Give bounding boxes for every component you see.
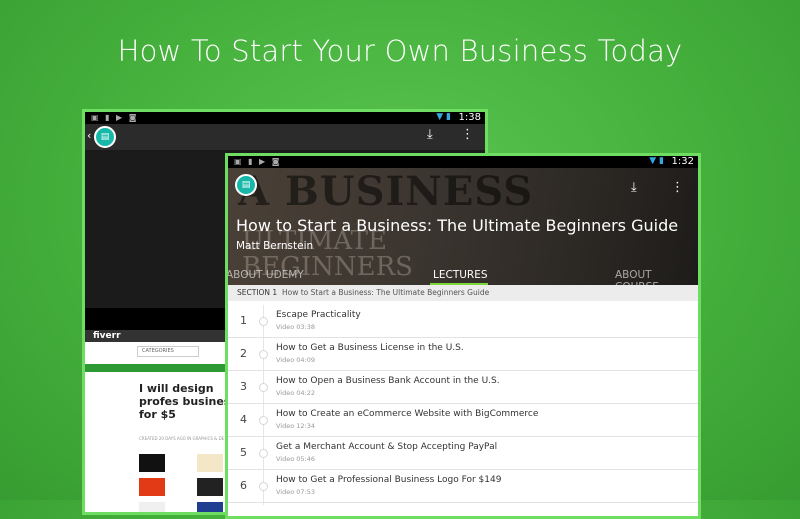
lecture-row[interactable]: 1 Escape Practicality Video 03:38 (228, 305, 698, 338)
status-time: 1:32 (671, 156, 694, 167)
gig-meta: CREATED 20 DAYS AGO IN GRAPHICS & DE (139, 436, 225, 441)
logo-sample-6 (197, 502, 223, 512)
lecture-row[interactable]: 5 Get a Merchant Account & Stop Acceptin… (228, 437, 698, 470)
gig-title: I will design profes business for $5 (139, 382, 237, 421)
lecture-duration: Video 04:22 (276, 389, 316, 397)
logo-sample-4 (197, 478, 223, 496)
front-tablet-screenshot: ▣ ▮ ▶ ◙ ▼ ▮ 1:32 A BUSINESS ULTIMATE BEG… (225, 153, 701, 519)
lecture-number: 1 (240, 314, 247, 327)
tab-lectures[interactable]: LECTURES (433, 269, 488, 281)
lecture-row[interactable]: 3 How to Open a Business Bank Account in… (228, 371, 698, 404)
course-header: A BUSINESS ULTIMATE BEGINNERS ▤ ⤓ ⋮ How … (228, 168, 698, 285)
lecture-list: 1 Escape Practicality Video 03:38 2 How … (228, 305, 698, 503)
lecture-title: How to Get a Professional Business Logo … (276, 475, 502, 485)
notification-icons: ▣ ▮ ▶ ◙ (234, 157, 282, 166)
timeline-dot (259, 482, 268, 491)
lecture-duration: Video 12:34 (276, 422, 316, 430)
category-select[interactable]: CATEGORIES (137, 346, 199, 357)
lecture-duration: Video 05:46 (276, 455, 316, 463)
status-bar: ▣ ▮ ▶ ◙ ▼ ▮ 1:32 (228, 156, 698, 168)
download-icon[interactable]: ⤓ (427, 127, 433, 142)
lecture-row[interactable]: 4 How to Create an eCommerce Website wit… (228, 404, 698, 437)
timeline-dot (259, 416, 268, 425)
status-bar: ▣ ▮ ▶ ◙ ▼ ▮ 1:38 (85, 112, 485, 124)
lecture-number: 3 (240, 380, 247, 393)
tab-bar: ABOUT UDEMY LECTURES ABOUT COURSE (228, 266, 698, 285)
download-icon[interactable]: ⤓ (631, 180, 637, 195)
lecture-duration: Video 03:38 (276, 323, 316, 331)
timeline-dot (259, 317, 268, 326)
timeline-dot (259, 383, 268, 392)
lecture-title: How to Create an eCommerce Website with … (276, 409, 539, 419)
lecture-number: 2 (240, 347, 247, 360)
notification-icons: ▣ ▮ ▶ ◙ (91, 113, 139, 122)
timeline-dot (259, 449, 268, 458)
promo-headline: How To Start Your Own Business Today (117, 34, 683, 68)
lecture-row[interactable]: 6 How to Get a Professional Business Log… (228, 470, 698, 503)
logo-sample-2 (197, 454, 223, 472)
status-time: 1:38 (458, 112, 481, 123)
lecture-row[interactable]: 2 How to Get a Business License in the U… (228, 338, 698, 371)
wifi-icon: ▼ ▮ (436, 112, 451, 122)
lecture-number: 5 (240, 446, 247, 459)
section-label: SECTION 1 (237, 288, 278, 297)
lecture-duration: Video 07:53 (276, 488, 316, 496)
lecture-title: How to Open a Business Bank Account in t… (276, 376, 500, 386)
lecture-title: How to Get a Business License in the U.S… (276, 343, 464, 353)
logo-sample-1 (139, 454, 165, 472)
overflow-menu-icon[interactable]: ⋮ (671, 180, 684, 195)
udemy-logo-icon: ▤ (235, 174, 257, 196)
timeline-dot (259, 350, 268, 359)
back-app-bar: ‹ ▤ ⤓ ⋮ (85, 124, 485, 150)
back-arrow-icon[interactable]: ‹ (87, 129, 91, 142)
logo-sample-5 (139, 502, 165, 512)
wifi-icon: ▼ ▮ (649, 156, 664, 166)
overflow-menu-icon[interactable]: ⋮ (461, 127, 474, 142)
lecture-duration: Video 04:09 (276, 356, 316, 364)
udemy-logo-icon: ▤ (94, 126, 116, 148)
section-header: SECTION 1 How to Start a Business: The U… (228, 285, 698, 301)
lecture-number: 4 (240, 413, 247, 426)
tab-about-course[interactable]: ABOUT COURSE (615, 269, 698, 285)
lecture-title: Escape Practicality (276, 310, 361, 320)
course-author: Matt Bernstein (236, 240, 314, 252)
lecture-title: Get a Merchant Account & Stop Accepting … (276, 442, 498, 452)
section-title: How to Start a Business: The Ultimate Be… (281, 288, 490, 297)
tab-about-udemy[interactable]: ABOUT UDEMY (228, 269, 304, 281)
course-title: How to Start a Business: The Ultimate Be… (236, 216, 679, 235)
lecture-number: 6 (240, 479, 247, 492)
hero-bg-text: A BUSINESS (238, 168, 534, 215)
logo-sample-3 (139, 478, 165, 496)
